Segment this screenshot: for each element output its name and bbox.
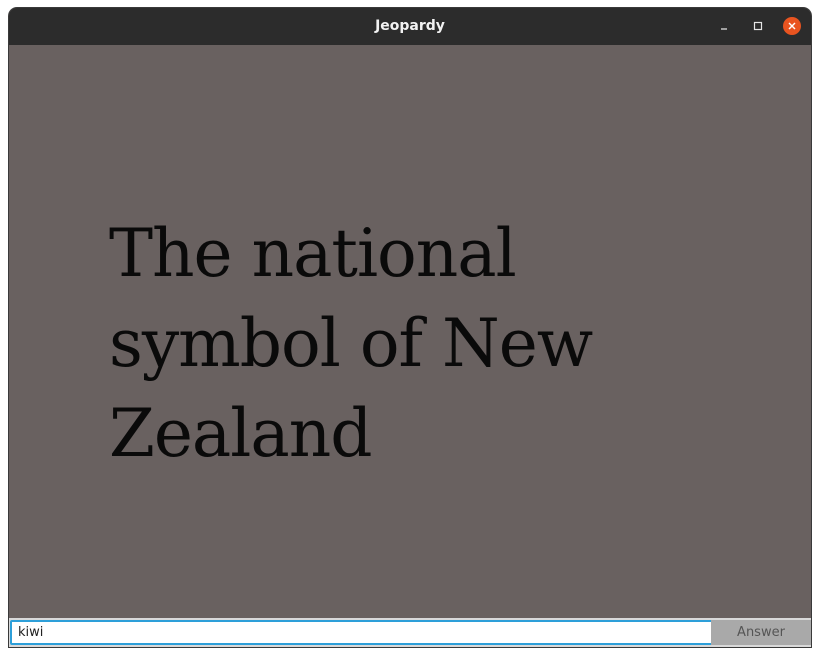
app-window: Jeopardy The national symbol of New Zeal… — [9, 8, 811, 647]
answer-button[interactable]: Answer — [711, 620, 811, 645]
maximize-button[interactable] — [749, 17, 767, 35]
minimize-icon — [721, 28, 727, 30]
window-title: Jeopardy — [375, 18, 445, 34]
maximize-icon — [753, 21, 763, 31]
title-bar[interactable]: Jeopardy — [9, 8, 811, 45]
close-button[interactable] — [783, 17, 801, 35]
answer-bar: Answer — [9, 618, 811, 647]
clue-panel: The national symbol of New Zealand — [9, 45, 811, 618]
close-icon — [788, 22, 796, 30]
answer-input[interactable] — [10, 620, 717, 645]
minimize-button[interactable] — [715, 17, 733, 35]
clue-text: The national symbol of New Zealand — [109, 215, 593, 472]
